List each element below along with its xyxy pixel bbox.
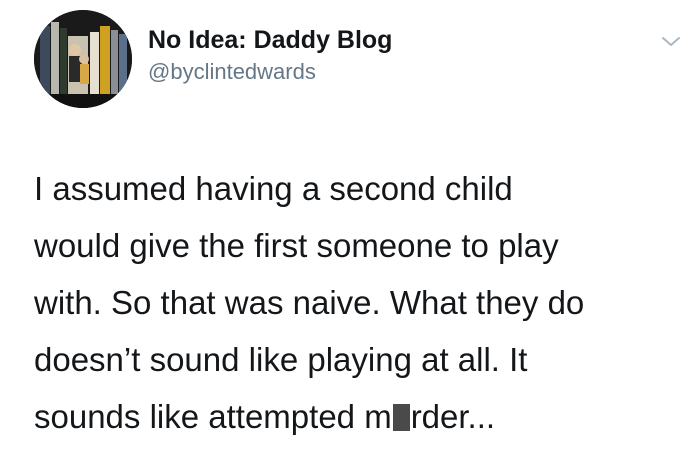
author-handle[interactable]: @byclintedwards (148, 58, 608, 86)
tweet-text-line: doesn’t sound like playing at all. It (34, 341, 528, 378)
tweet-card: No Idea: Daddy Blog @byclintedwards I as… (0, 0, 700, 476)
tweet-body-text: I assumed having a second child would gi… (34, 160, 684, 445)
author-avatar[interactable] (34, 10, 132, 108)
author-names: No Idea: Daddy Blog @byclintedwards (148, 24, 608, 86)
tweet-header: No Idea: Daddy Blog @byclintedwards (34, 10, 684, 110)
profile-photo-icon (34, 10, 132, 108)
tweet-text-last-line: sounds like attempted m rder... (34, 388, 684, 445)
tweet-text-segment: sounds like attempted m (34, 398, 392, 435)
chevron-down-icon[interactable] (658, 28, 684, 54)
censor-block (392, 404, 410, 431)
tweet-text-line: would give the first someone to play (34, 227, 559, 264)
tweet-text-segment: rder... (410, 398, 496, 435)
author-display-name[interactable]: No Idea: Daddy Blog (148, 24, 608, 56)
tweet-text-line: with. So that was naive. What they do (34, 284, 585, 321)
tweet-text-line: I assumed having a second child (34, 170, 513, 207)
